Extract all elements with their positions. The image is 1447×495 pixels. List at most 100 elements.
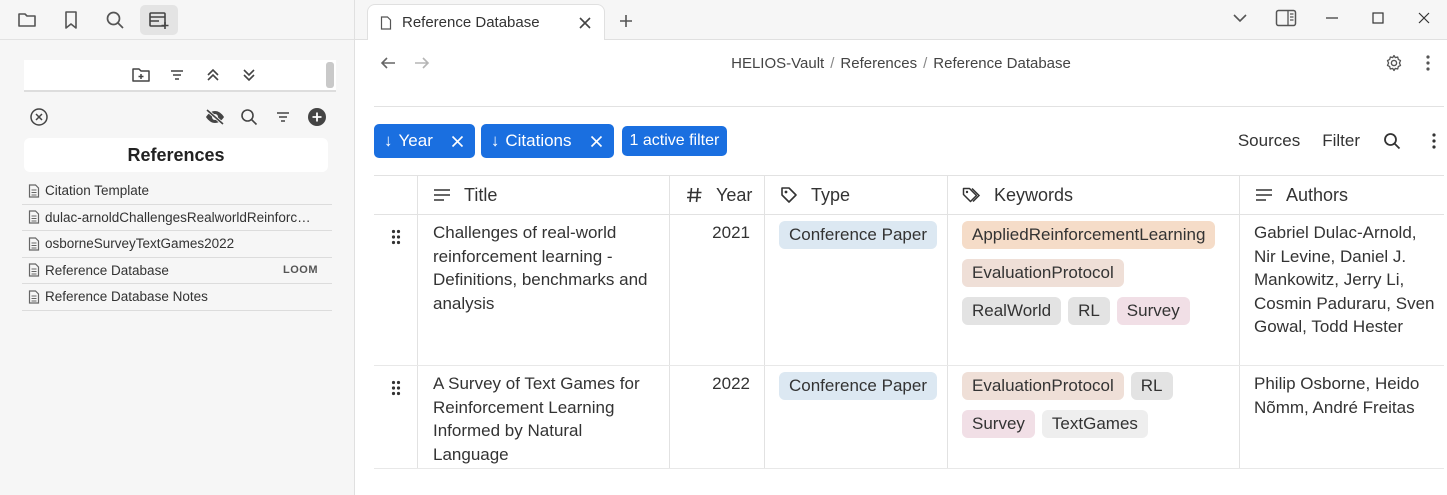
cell-keywords[interactable]: AppliedReinforcementLearning EvaluationP… xyxy=(948,215,1240,365)
minimize-icon[interactable] xyxy=(1309,0,1355,36)
window-close-icon[interactable] xyxy=(1401,0,1447,36)
file-list: Citation Template dulac-arnoldChallenges… xyxy=(22,178,332,311)
drag-handle-icon[interactable] xyxy=(374,366,418,468)
bookmark-icon[interactable] xyxy=(52,5,90,35)
plus-icon xyxy=(620,15,632,27)
toolbar-actions: Sources Filter xyxy=(1238,131,1444,151)
file-name: Citation Template xyxy=(45,183,150,199)
search-icon[interactable] xyxy=(1382,131,1402,151)
keyword-tag[interactable]: AppliedReinforcementLearning xyxy=(962,221,1216,249)
list-item[interactable]: osborneSurveyTextGames2022 xyxy=(22,231,332,258)
type-tag[interactable]: Conference Paper xyxy=(779,372,937,400)
file-icon xyxy=(28,263,40,277)
breadcrumb-separator: / xyxy=(923,54,928,72)
column-label: Title xyxy=(464,184,498,205)
column-label: Authors xyxy=(1286,184,1349,205)
drag-handle-icon[interactable] xyxy=(374,215,418,365)
keyword-tag[interactable]: TextGames xyxy=(1041,410,1148,438)
back-arrow-icon[interactable] xyxy=(373,48,403,78)
expand-all-icon[interactable] xyxy=(238,64,260,86)
keyword-tag[interactable]: RealWorld xyxy=(962,297,1062,325)
breadcrumb-vault[interactable]: HELIOS-Vault xyxy=(731,55,824,72)
maximize-icon[interactable] xyxy=(1355,0,1401,36)
column-header-keywords[interactable]: Keywords xyxy=(948,176,1240,214)
chevron-down-icon[interactable] xyxy=(1217,0,1263,36)
cell-title[interactable]: A Survey of Text Games for Reinforcement… xyxy=(418,366,670,468)
cell-year[interactable]: 2021 xyxy=(670,215,765,365)
sources-button[interactable]: Sources xyxy=(1238,131,1300,151)
collapse-all-icon[interactable] xyxy=(202,64,224,86)
sort-chip-citations[interactable]: ↓ Citations xyxy=(480,124,614,158)
column-header-year[interactable]: Year xyxy=(670,176,765,214)
cell-keywords[interactable]: EvaluationProtocol RL Survey TextGames xyxy=(948,366,1240,468)
file-icon xyxy=(28,210,40,224)
close-icon[interactable] xyxy=(576,14,594,32)
clear-circle-icon[interactable] xyxy=(28,106,50,128)
file-name: Reference Database xyxy=(45,262,169,278)
left-sidebar: References Citation Template dulac-arnol… xyxy=(0,0,355,495)
main-pane: Reference Database HELIOS-Vault / Refere… xyxy=(355,0,1447,495)
cell-type[interactable]: Conference Paper xyxy=(765,215,948,365)
list-item[interactable]: dulac-arnoldChallengesRealworldReinforc… xyxy=(22,205,332,231)
filter-icon[interactable] xyxy=(272,106,294,128)
sort-arrow-icon: ↓ xyxy=(384,131,393,150)
cell-title[interactable]: Challenges of real-world reinforcement l… xyxy=(418,215,670,365)
sort-label: Year xyxy=(398,131,433,150)
tab-reference-database[interactable]: Reference Database xyxy=(367,4,605,40)
folder-icon[interactable] xyxy=(8,5,46,35)
cell-year[interactable]: 2022 xyxy=(670,366,765,468)
sidebar-ribbon xyxy=(0,0,354,40)
cell-authors[interactable]: Gabriel Dulac-Arnold, Nir Levine, Daniel… xyxy=(1240,215,1444,365)
file-explorer-toolbar xyxy=(24,60,336,92)
tag-icon xyxy=(779,185,799,205)
resize-handle[interactable] xyxy=(326,62,334,88)
new-folder-icon[interactable] xyxy=(130,64,152,86)
sidebar-toggle-icon[interactable] xyxy=(1263,0,1309,36)
sort-arrow-icon: ↓ xyxy=(490,131,500,150)
keyword-tag[interactable]: RL xyxy=(1068,297,1110,325)
file-name: Reference Database Notes xyxy=(45,289,208,305)
cell-type[interactable]: Conference Paper xyxy=(765,366,948,468)
column-header-type[interactable]: Type xyxy=(765,176,948,214)
search-icon[interactable] xyxy=(238,106,260,128)
more-vertical-icon[interactable] xyxy=(1417,52,1439,74)
type-tag[interactable]: Conference Paper xyxy=(779,221,937,249)
file-icon xyxy=(28,184,40,198)
keyword-tag[interactable]: EvaluationProtocol xyxy=(962,372,1124,400)
list-item[interactable]: Reference Database Notes xyxy=(22,284,332,311)
filter-button[interactable]: Filter xyxy=(1322,131,1360,151)
more-vertical-icon[interactable] xyxy=(1424,131,1444,151)
column-header-title[interactable]: Title xyxy=(418,176,670,214)
new-tab-button[interactable] xyxy=(611,3,641,39)
column-label: Keywords xyxy=(994,184,1074,205)
sort-chip-year[interactable]: ↓ Year xyxy=(374,124,475,158)
column-label: Year xyxy=(716,184,753,205)
breadcrumb-page[interactable]: Reference Database xyxy=(933,55,1071,72)
close-icon[interactable] xyxy=(451,134,465,148)
add-circle-icon[interactable] xyxy=(306,106,328,128)
keyword-tag[interactable]: RL xyxy=(1130,372,1173,400)
column-label: Type xyxy=(811,184,851,205)
database-table: Title Year Type Keywords Authors Challen… xyxy=(374,175,1444,469)
cell-authors[interactable]: Philip Osborne, Heido Nõmm, André Freita… xyxy=(1240,366,1444,468)
list-item[interactable]: Reference Database LOOM xyxy=(22,258,332,284)
eye-off-icon[interactable] xyxy=(204,106,226,128)
forward-arrow-icon[interactable] xyxy=(407,48,437,78)
close-icon[interactable] xyxy=(590,134,604,148)
active-filter-chip[interactable]: 1 active filter xyxy=(621,126,728,156)
keyword-tag[interactable]: EvaluationProtocol xyxy=(962,259,1124,287)
keyword-tag[interactable]: Survey xyxy=(962,410,1035,438)
folder-header[interactable]: References xyxy=(24,138,328,172)
new-database-icon[interactable] xyxy=(140,4,178,35)
gear-icon[interactable] xyxy=(1383,52,1405,74)
sidebar-filter-bar xyxy=(24,104,328,130)
keyword-tag[interactable]: Survey xyxy=(1116,297,1190,325)
search-icon[interactable] xyxy=(96,5,134,35)
column-header-authors[interactable]: Authors xyxy=(1240,176,1444,214)
sort-icon[interactable] xyxy=(166,64,188,86)
window-controls xyxy=(1217,0,1447,36)
header-spacer xyxy=(374,176,418,214)
breadcrumb-folder[interactable]: References xyxy=(840,55,917,72)
list-item[interactable]: Citation Template xyxy=(22,178,332,205)
sort-label: Citations xyxy=(505,131,572,150)
